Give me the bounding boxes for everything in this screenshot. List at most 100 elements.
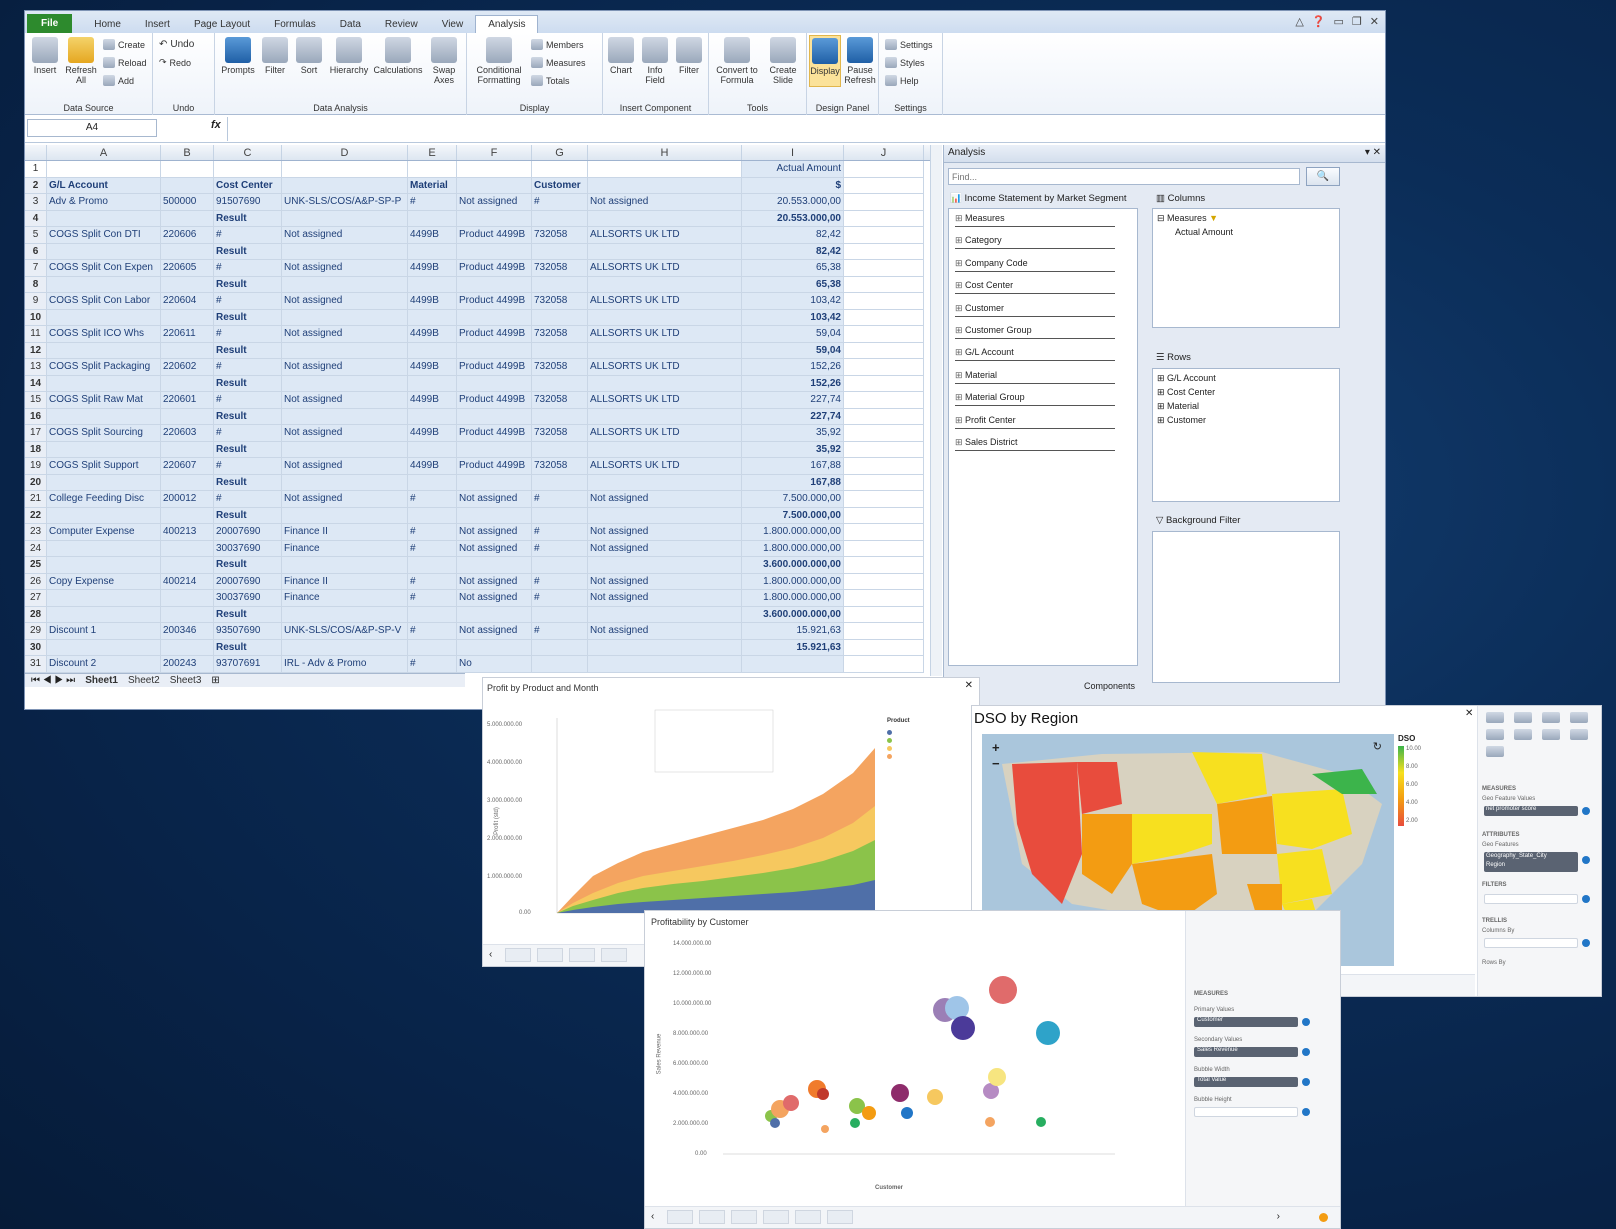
cell[interactable]: 220607 bbox=[161, 458, 214, 475]
cell[interactable]: 220601 bbox=[161, 392, 214, 409]
row-number[interactable]: 4 bbox=[25, 210, 47, 227]
cell[interactable]: Not assigned bbox=[282, 260, 408, 277]
cell[interactable] bbox=[457, 606, 532, 623]
tab-review[interactable]: Review bbox=[373, 16, 430, 33]
row-number[interactable]: 5 bbox=[25, 227, 47, 244]
row-number[interactable]: 22 bbox=[25, 507, 47, 524]
cell[interactable]: 4499B bbox=[408, 293, 457, 310]
cell[interactable] bbox=[844, 161, 924, 178]
cell[interactable] bbox=[457, 243, 532, 260]
cell[interactable] bbox=[47, 441, 161, 458]
row-number[interactable]: 12 bbox=[25, 342, 47, 359]
cell[interactable] bbox=[742, 656, 844, 673]
cell[interactable]: 732058 bbox=[532, 260, 588, 277]
cell[interactable]: Result bbox=[214, 557, 282, 574]
cell[interactable]: 4499B bbox=[408, 359, 457, 376]
add-icon[interactable] bbox=[1582, 856, 1590, 864]
row-number[interactable]: 10 bbox=[25, 309, 47, 326]
dimension-item[interactable]: Material bbox=[955, 370, 1115, 384]
cell[interactable]: UNK-SLS/COS/A&P-SP-V bbox=[282, 623, 408, 640]
restore-icon[interactable]: ❐ bbox=[1352, 15, 1362, 28]
cell[interactable]: Finance II bbox=[282, 573, 408, 590]
table-icon[interactable] bbox=[1542, 729, 1560, 740]
cell[interactable]: Result bbox=[214, 210, 282, 227]
tree-icon[interactable] bbox=[1570, 729, 1588, 740]
cell[interactable] bbox=[844, 524, 924, 541]
cell[interactable]: # bbox=[532, 590, 588, 607]
cell[interactable] bbox=[532, 243, 588, 260]
cell[interactable]: # bbox=[214, 392, 282, 409]
dimension-item[interactable]: Customer Group bbox=[955, 325, 1115, 339]
cell[interactable]: Result bbox=[214, 507, 282, 524]
insert-button[interactable]: Insert bbox=[29, 37, 61, 75]
cell[interactable] bbox=[47, 557, 161, 574]
members-button[interactable]: Members bbox=[531, 39, 584, 50]
cell[interactable] bbox=[161, 557, 214, 574]
cell[interactable]: Product 4499B bbox=[457, 227, 532, 244]
cell[interactable] bbox=[282, 309, 408, 326]
cell[interactable] bbox=[47, 243, 161, 260]
cell[interactable]: 1.800.000.000,00 bbox=[742, 540, 844, 557]
cell[interactable]: ALLSORTS UK LTD bbox=[588, 293, 742, 310]
conditional-formatting-button[interactable]: Conditional Formatting bbox=[471, 37, 527, 85]
cell[interactable]: # bbox=[532, 540, 588, 557]
zoom-out-icon[interactable]: − bbox=[992, 756, 1000, 771]
cell[interactable] bbox=[161, 276, 214, 293]
cell[interactable] bbox=[214, 161, 282, 178]
cell[interactable] bbox=[588, 210, 742, 227]
cell[interactable] bbox=[161, 540, 214, 557]
cell[interactable]: 35,92 bbox=[742, 441, 844, 458]
measures-button[interactable]: Measures bbox=[531, 57, 586, 68]
row-number[interactable]: 25 bbox=[25, 557, 47, 574]
minimize-icon[interactable]: ▭ bbox=[1334, 15, 1344, 28]
row-number[interactable]: 19 bbox=[25, 458, 47, 475]
prompts-button[interactable]: Prompts bbox=[219, 37, 257, 75]
cell[interactable]: Not assigned bbox=[282, 326, 408, 343]
cell[interactable]: Material bbox=[408, 177, 457, 194]
cell[interactable] bbox=[47, 408, 161, 425]
add-icon[interactable] bbox=[1582, 807, 1590, 815]
cell[interactable] bbox=[844, 573, 924, 590]
cell[interactable]: 35,92 bbox=[742, 425, 844, 442]
cell[interactable] bbox=[844, 639, 924, 656]
row-number[interactable]: 20 bbox=[25, 474, 47, 491]
row-number[interactable]: 1 bbox=[25, 161, 47, 178]
find-button[interactable]: 🔍 bbox=[1306, 167, 1340, 186]
cell[interactable]: Product 4499B bbox=[457, 326, 532, 343]
cell[interactable]: # bbox=[408, 590, 457, 607]
cell[interactable]: 103,42 bbox=[742, 309, 844, 326]
cell[interactable]: Result bbox=[214, 375, 282, 392]
cell[interactable]: Not assigned bbox=[457, 590, 532, 607]
rows-item[interactable]: ⊞ Cost Center bbox=[1157, 387, 1215, 398]
row-number[interactable]: 14 bbox=[25, 375, 47, 392]
cell[interactable]: 82,42 bbox=[742, 227, 844, 244]
cell[interactable] bbox=[161, 441, 214, 458]
thumbnail[interactable] bbox=[505, 948, 531, 962]
cell[interactable]: # bbox=[214, 326, 282, 343]
cell[interactable]: 20.553.000,00 bbox=[742, 210, 844, 227]
cell[interactable] bbox=[844, 507, 924, 524]
rows-item[interactable]: ⊞ Material bbox=[1157, 401, 1199, 412]
cell[interactable] bbox=[532, 408, 588, 425]
cell[interactable]: Not assigned bbox=[457, 573, 532, 590]
totals-button[interactable]: Totals bbox=[531, 75, 570, 86]
geo-values-field[interactable]: net promoter score bbox=[1484, 806, 1578, 816]
add-icon[interactable] bbox=[1302, 1108, 1310, 1116]
cell[interactable] bbox=[457, 375, 532, 392]
cell[interactable] bbox=[844, 194, 924, 211]
hierarchy-button[interactable]: Hierarchy bbox=[327, 37, 371, 75]
cell[interactable]: # bbox=[214, 293, 282, 310]
cell[interactable]: 20007690 bbox=[214, 573, 282, 590]
cell[interactable]: 65,38 bbox=[742, 276, 844, 293]
row-number[interactable]: 28 bbox=[25, 606, 47, 623]
cell[interactable] bbox=[844, 408, 924, 425]
ribbon-collapse-icon[interactable]: △ bbox=[1295, 15, 1303, 28]
cell[interactable]: G/L Account bbox=[47, 177, 161, 194]
sort-button[interactable]: Sort bbox=[293, 37, 325, 75]
cell[interactable] bbox=[161, 177, 214, 194]
cell[interactable] bbox=[844, 557, 924, 574]
secondary-values-field[interactable]: Sales Revenue bbox=[1194, 1047, 1298, 1057]
cell[interactable]: 4499B bbox=[408, 326, 457, 343]
cell[interactable]: 59,04 bbox=[742, 342, 844, 359]
row-number[interactable]: 15 bbox=[25, 392, 47, 409]
